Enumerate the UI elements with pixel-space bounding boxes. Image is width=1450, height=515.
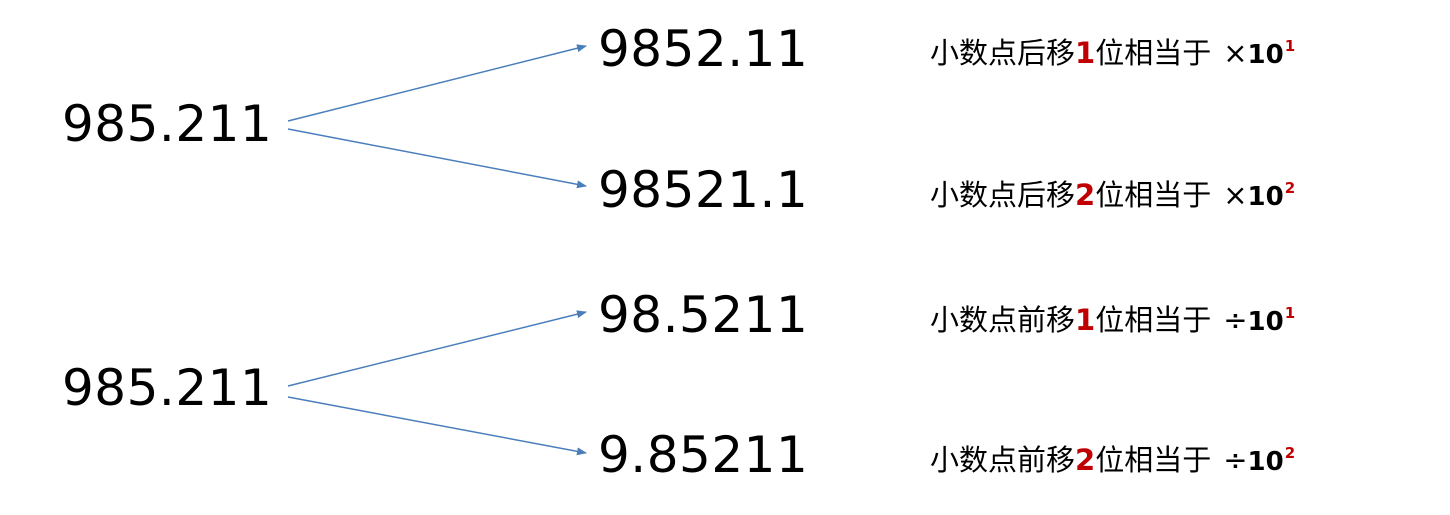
rule-base: 10 — [1247, 182, 1284, 212]
rule-suffix: 位相当于 — [1095, 443, 1212, 477]
rule-base: 10 — [1247, 447, 1284, 477]
rule-operator: × — [1223, 178, 1248, 212]
rule-suffix: 位相当于 — [1095, 178, 1212, 212]
rule-prefix: 小数点前移 — [930, 443, 1076, 477]
result-number: 9.85211 — [598, 426, 809, 484]
rule-exponent: 2 — [1284, 179, 1296, 197]
rule-base: 10 — [1247, 307, 1284, 337]
rule-operator: ÷ — [1223, 443, 1248, 477]
rule-prefix: 小数点后移 — [930, 178, 1076, 212]
rule-exponent: 1 — [1284, 304, 1296, 322]
rule-digits: 2 — [1075, 178, 1096, 212]
rule-text: 小数点后移2位相当于 ×102 — [930, 168, 1295, 217]
rule-digits: 1 — [1075, 303, 1096, 337]
rule-digits: 2 — [1075, 443, 1096, 477]
rule-exponent: 2 — [1284, 444, 1296, 462]
rule-base: 10 — [1247, 40, 1284, 70]
source-number: 985.211 — [62, 95, 273, 153]
arrow-to-9852-11 — [287, 44, 587, 122]
arrow-to-9-85211 — [287, 396, 587, 456]
rule-prefix: 小数点前移 — [930, 303, 1076, 337]
rule-prefix: 小数点后移 — [930, 36, 1076, 70]
rule-digits: 1 — [1075, 36, 1096, 70]
rule-operator: × — [1223, 36, 1248, 70]
result-number: 98521.1 — [598, 161, 809, 219]
arrow-to-98521-1 — [287, 128, 587, 189]
rule-operator: ÷ — [1223, 303, 1248, 337]
result-number: 98.5211 — [598, 286, 809, 344]
arrow-to-98-5211 — [287, 310, 587, 387]
rule-suffix: 位相当于 — [1095, 36, 1212, 70]
source-number: 985.211 — [62, 359, 273, 417]
rule-text: 小数点前移1位相当于 ÷101 — [930, 293, 1295, 342]
rule-exponent: 1 — [1284, 37, 1296, 55]
result-number: 9852.11 — [598, 20, 809, 78]
rule-text: 小数点后移1位相当于 ×101 — [930, 26, 1295, 75]
rule-suffix: 位相当于 — [1095, 303, 1212, 337]
rule-text: 小数点前移2位相当于 ÷102 — [930, 433, 1295, 482]
